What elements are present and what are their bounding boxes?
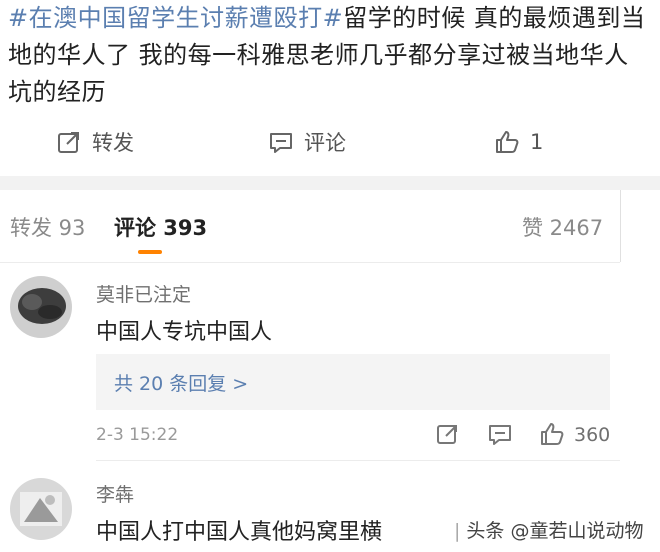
tab-like[interactable]: 赞 2467 — [522, 212, 603, 242]
thumbs-up-icon — [496, 131, 519, 153]
comment-label: 评论 — [304, 131, 346, 155]
comment-username[interactable]: 莫非已注定 — [96, 280, 191, 307]
comment-text: 中国人打中国人真他妈窝里横 — [96, 520, 383, 545]
tab-active-indicator — [138, 250, 162, 254]
comment-button[interactable]: 评论 — [268, 120, 346, 164]
comment-like-count: 360 — [574, 424, 611, 446]
avatar-image — [10, 478, 72, 540]
thumbs-up-icon[interactable] — [540, 422, 564, 446]
comment-time: 2-3 15:22 — [96, 425, 179, 445]
replies-box[interactable]: 共 20 条回复 > — [96, 354, 610, 410]
comment-icon — [270, 133, 292, 153]
post-action-bar: 转发 评论 1 — [0, 120, 660, 164]
repost-label: 转发 — [92, 131, 134, 155]
section-divider — [0, 176, 660, 190]
comment-tabs: 转发 93 评论 393 赞 2467 — [0, 190, 621, 262]
tab-repost[interactable]: 转发 93 — [10, 212, 85, 242]
like-count: 1 — [530, 130, 544, 154]
comment-item: 莫非已注定 中国人专坑中国人 共 20 条回复 > 2-3 15:22 360 — [0, 262, 640, 462]
share-icon — [58, 132, 79, 153]
comment-icon[interactable] — [488, 422, 512, 446]
like-button[interactable]: 1 — [494, 120, 543, 164]
comment-username[interactable]: 李犇 — [96, 480, 134, 507]
post-text: #在澳中国留学生讨薪遭殴打#留学的时候 真的最烦遇到当地的华人了 我的每一科雅思… — [8, 0, 648, 111]
watermark: | 头条 @童若山说动物 — [450, 514, 648, 545]
comment-divider — [96, 460, 620, 461]
watermark-separator: | — [454, 520, 461, 542]
tab-comment[interactable]: 评论 393 — [114, 212, 207, 242]
avatar[interactable] — [10, 276, 72, 338]
avatar-image — [10, 276, 72, 338]
comment-text: 中国人专坑中国人 — [96, 320, 273, 345]
watermark-text: 头条 @童若山说动物 — [466, 520, 644, 542]
replies-link[interactable]: 共 20 条回复 > — [114, 369, 248, 396]
repost-button[interactable]: 转发 — [56, 120, 134, 164]
avatar[interactable] — [10, 478, 72, 540]
post-hashtag[interactable]: #在澳中国留学生讨薪遭殴打# — [8, 4, 343, 32]
share-icon[interactable] — [436, 422, 460, 446]
